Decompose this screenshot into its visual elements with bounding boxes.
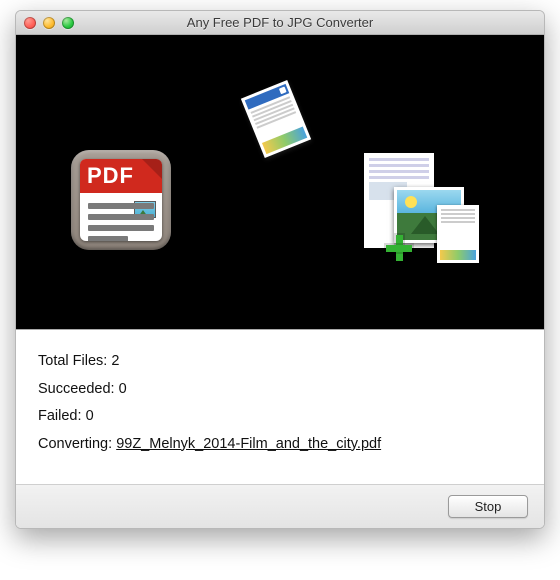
pdf-app-icon: PDF <box>71 150 171 250</box>
page-fold-icon <box>142 159 162 179</box>
failed-row: Failed: 0 <box>38 403 522 431</box>
close-icon[interactable] <box>24 17 36 29</box>
illustration-stage: PDF <box>16 35 544 330</box>
converting-filename: 99Z_Melnyk_2014-Film_and_the_city.pdf <box>116 436 381 452</box>
zoom-icon[interactable] <box>62 17 74 29</box>
succeeded-label: Succeeded: <box>38 381 115 397</box>
document-small-icon <box>437 205 479 263</box>
succeeded-value: 0 <box>119 381 127 397</box>
failed-value: 0 <box>86 408 94 424</box>
converting-label: Converting: <box>38 436 112 452</box>
titlebar: Any Free PDF to JPG Converter <box>16 11 544 35</box>
stop-button[interactable]: Stop <box>448 495 528 518</box>
succeeded-row: Succeeded: 0 <box>38 376 522 404</box>
pdf-page-icon: PDF <box>80 159 162 241</box>
total-files-value: 2 <box>111 353 119 369</box>
minimize-icon[interactable] <box>43 17 55 29</box>
footer-bar: Stop <box>16 484 544 528</box>
window-title: Any Free PDF to JPG Converter <box>16 15 544 30</box>
text-lines-icon <box>88 203 154 241</box>
flying-document-icon <box>241 80 311 158</box>
converting-row: Converting: 99Z_Melnyk_2014-Film_and_the… <box>38 431 522 459</box>
output-images-icon <box>364 153 474 273</box>
total-files-row: Total Files: 2 <box>38 348 522 376</box>
failed-label: Failed: <box>38 408 82 424</box>
app-window: Any Free PDF to JPG Converter PDF <box>15 10 545 529</box>
traffic-lights <box>24 17 74 29</box>
status-panel: Total Files: 2 Succeeded: 0 Failed: 0 Co… <box>16 330 544 528</box>
plus-icon <box>386 235 412 261</box>
total-files-label: Total Files: <box>38 353 107 369</box>
